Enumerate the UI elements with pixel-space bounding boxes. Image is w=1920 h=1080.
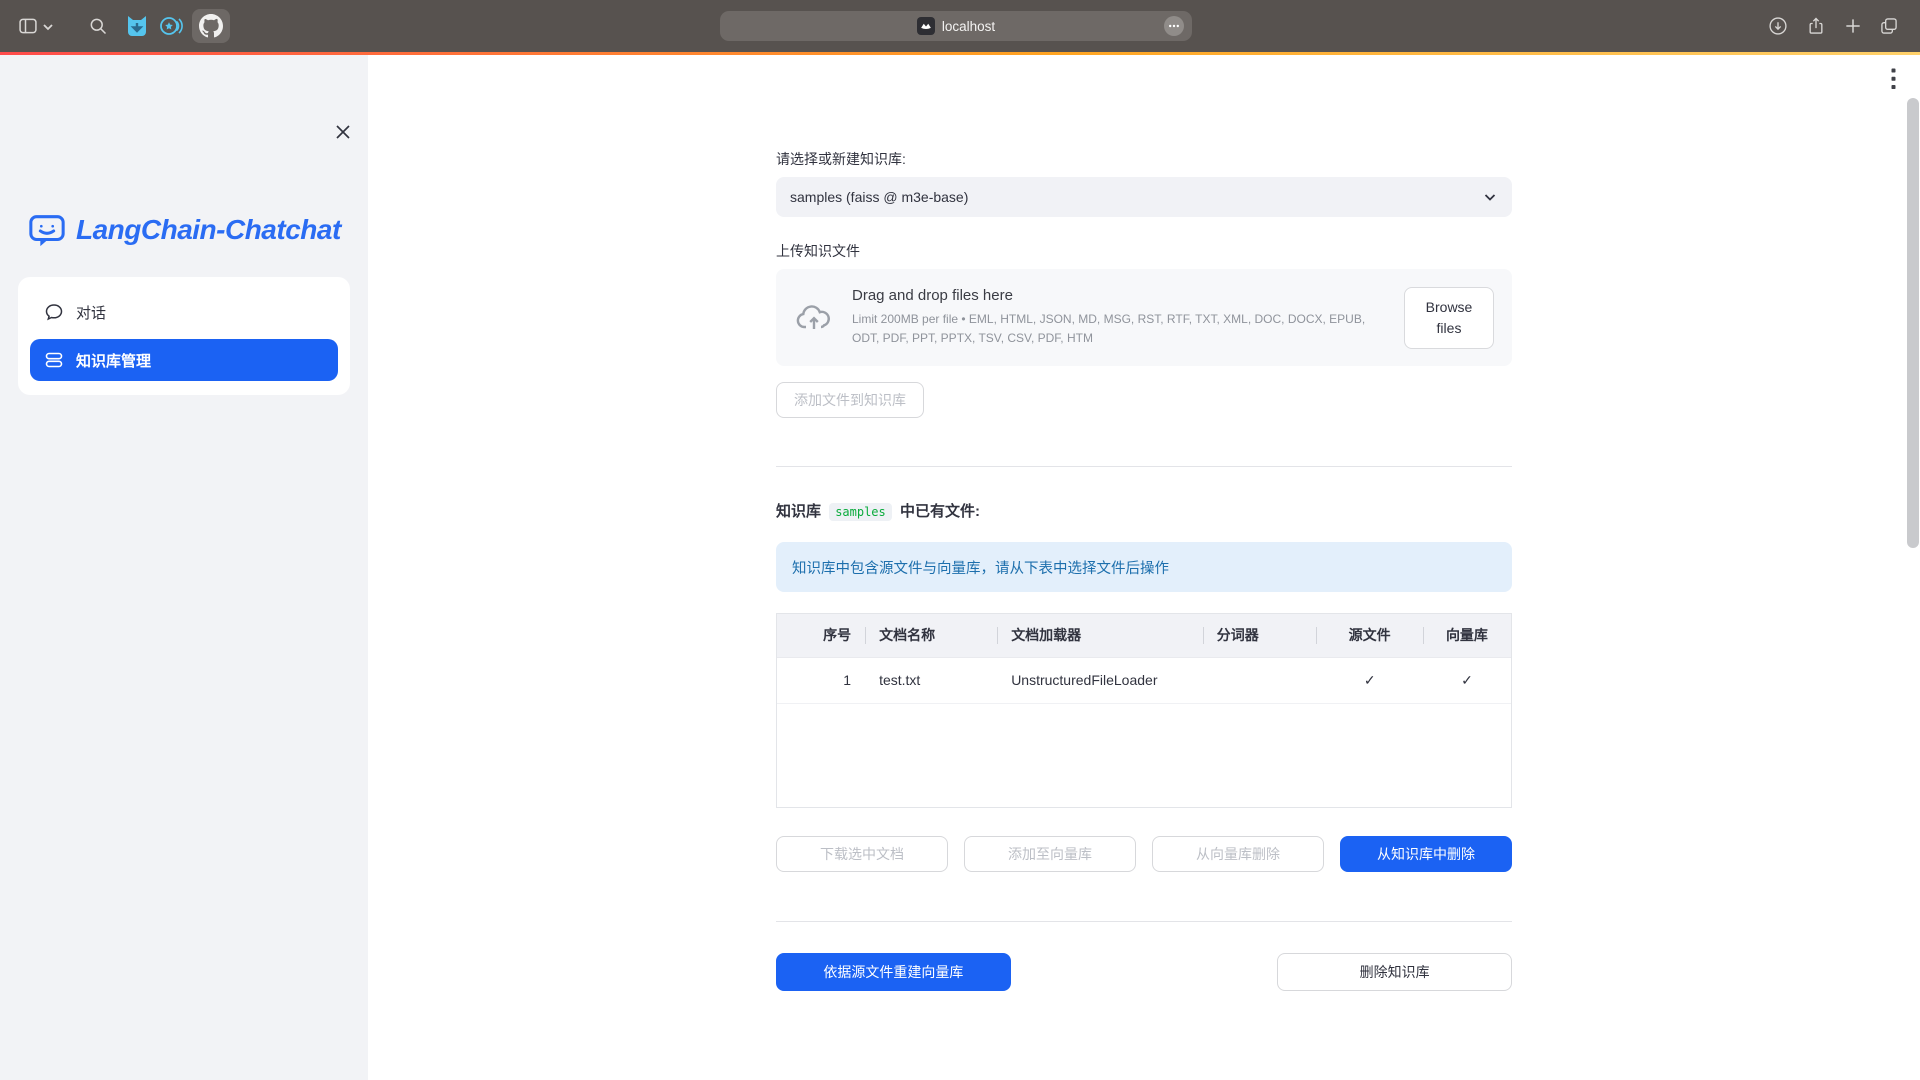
nav-item-chat[interactable]: 对话	[30, 291, 338, 333]
col-header-splitter[interactable]: 分词器	[1203, 614, 1317, 657]
scrollbar-thumb[interactable]	[1907, 98, 1919, 548]
file-action-buttons: 下载选中文档 添加至向量库 从向量库删除 从知识库中删除	[776, 836, 1512, 872]
nav-item-label: 对话	[76, 302, 106, 323]
delete-from-vectorstore-button[interactable]: 从向量库删除	[1152, 836, 1324, 872]
cell-vectorstore-check[interactable]: ✓	[1423, 657, 1511, 703]
downloads-icon[interactable]	[1768, 16, 1788, 36]
chat-bubble-icon	[44, 302, 64, 322]
cell-index[interactable]: 1	[777, 657, 865, 703]
tab-overview-icon[interactable]	[1879, 16, 1899, 36]
add-files-to-kb-button[interactable]: 添加文件到知识库	[776, 382, 924, 418]
file-dropzone[interactable]: Drag and drop files here Limit 200MB per…	[776, 269, 1512, 366]
kb-level-buttons: 依据源文件重建向量库 删除知识库	[776, 953, 1512, 991]
table-header-row: 序号 文档名称 文档加载器 分词器 源文件 向量库	[777, 614, 1511, 657]
site-favicon	[917, 17, 935, 35]
chevron-down-icon	[1482, 189, 1498, 205]
rebuild-vectorstore-button[interactable]: 依据源文件重建向量库	[776, 953, 1011, 991]
main-area: 请选择或新建知识库: samples (faiss @ m3e-base) 上传…	[368, 55, 1920, 1080]
col-header-loader[interactable]: 文档加载器	[997, 614, 1203, 657]
github-icon	[199, 14, 223, 38]
pinned-tab-app-icon[interactable]	[124, 13, 150, 39]
download-selected-button[interactable]: 下载选中文档	[776, 836, 948, 872]
dropzone-title: Drag and drop files here	[852, 287, 1372, 304]
cell-splitter[interactable]	[1203, 657, 1317, 703]
info-alert: 知识库中包含源文件与向量库，请从下表中选择文件后操作	[776, 542, 1512, 592]
delete-from-kb-button[interactable]: 从知识库中删除	[1340, 836, 1512, 872]
address-bar[interactable]: localhost	[720, 11, 1192, 41]
col-header-sourcefile[interactable]: 源文件	[1316, 614, 1422, 657]
kb-name-code: samples	[829, 503, 892, 521]
info-alert-text: 知识库中包含源文件与向量库，请从下表中选择文件后操作	[792, 557, 1169, 578]
new-tab-icon[interactable]	[1843, 16, 1863, 36]
col-header-docname[interactable]: 文档名称	[865, 614, 997, 657]
sidebar-toggle-icon[interactable]	[18, 16, 38, 36]
page-settings-icon[interactable]	[1164, 16, 1184, 36]
sidebar-close-icon[interactable]	[334, 123, 352, 141]
add-to-vectorstore-button[interactable]: 添加至向量库	[964, 836, 1136, 872]
table-empty-area	[777, 703, 1511, 807]
cloud-upload-icon	[794, 298, 834, 338]
uploader-label: 上传知识文件	[776, 241, 1512, 261]
section-divider	[776, 466, 1512, 467]
delete-kb-button[interactable]: 删除知识库	[1277, 953, 1512, 991]
browse-files-button[interactable]: Browse files	[1404, 287, 1494, 349]
cell-sourcefile-check[interactable]: ✓	[1316, 657, 1422, 703]
app-logo-text: LangChain-Chatchat	[76, 214, 341, 246]
url-text: localhost	[942, 19, 995, 34]
share-icon[interactable]	[1806, 16, 1826, 36]
toolbar-chevron-down-icon[interactable]	[42, 21, 54, 33]
kb-heading-suffix: 中已有文件:	[900, 503, 980, 520]
kb-select-label: 请选择或新建知识库:	[776, 149, 1512, 169]
app-logo: LangChain-Chatchat	[28, 211, 341, 249]
nav-item-label: 知识库管理	[76, 350, 151, 371]
section-divider	[776, 921, 1512, 922]
bottom-row-spacer	[1027, 953, 1262, 991]
kb-select-value: samples (faiss @ m3e-base)	[790, 189, 1482, 205]
chatchat-logo-icon	[28, 211, 66, 249]
nav-item-kb-management[interactable]: 知识库管理	[30, 339, 338, 381]
cell-loader[interactable]: UnstructuredFileLoader	[997, 657, 1203, 703]
main-menu-kebab-icon[interactable]	[1884, 66, 1902, 92]
table-row[interactable]: 1 test.txt UnstructuredFileLoader ✓ ✓	[777, 657, 1511, 703]
search-icon[interactable]	[88, 16, 108, 36]
kb-select[interactable]: samples (faiss @ m3e-base)	[776, 177, 1512, 217]
col-header-vectorstore[interactable]: 向量库	[1423, 614, 1511, 657]
kb-heading-prefix: 知识库	[776, 503, 821, 520]
browser-toolbar: localhost	[0, 0, 1920, 52]
col-header-index[interactable]: 序号	[777, 614, 865, 657]
kb-files-table: 序号 文档名称 文档加载器 分词器 源文件 向量库 1 test.txt Uns	[776, 613, 1512, 808]
cell-docname[interactable]: test.txt	[865, 657, 997, 703]
sidebar: LangChain-Chatchat 对话 知识库管理	[0, 55, 368, 1080]
database-icon	[44, 350, 64, 370]
kb-files-heading: 知识库 samples 中已有文件:	[776, 500, 1512, 521]
github-tab[interactable]	[192, 9, 230, 43]
pinned-tab-record-icon[interactable]	[158, 13, 184, 39]
sidebar-nav: 对话 知识库管理	[18, 277, 350, 395]
dropzone-limit-text: Limit 200MB per file • EML, HTML, JSON, …	[852, 310, 1372, 347]
